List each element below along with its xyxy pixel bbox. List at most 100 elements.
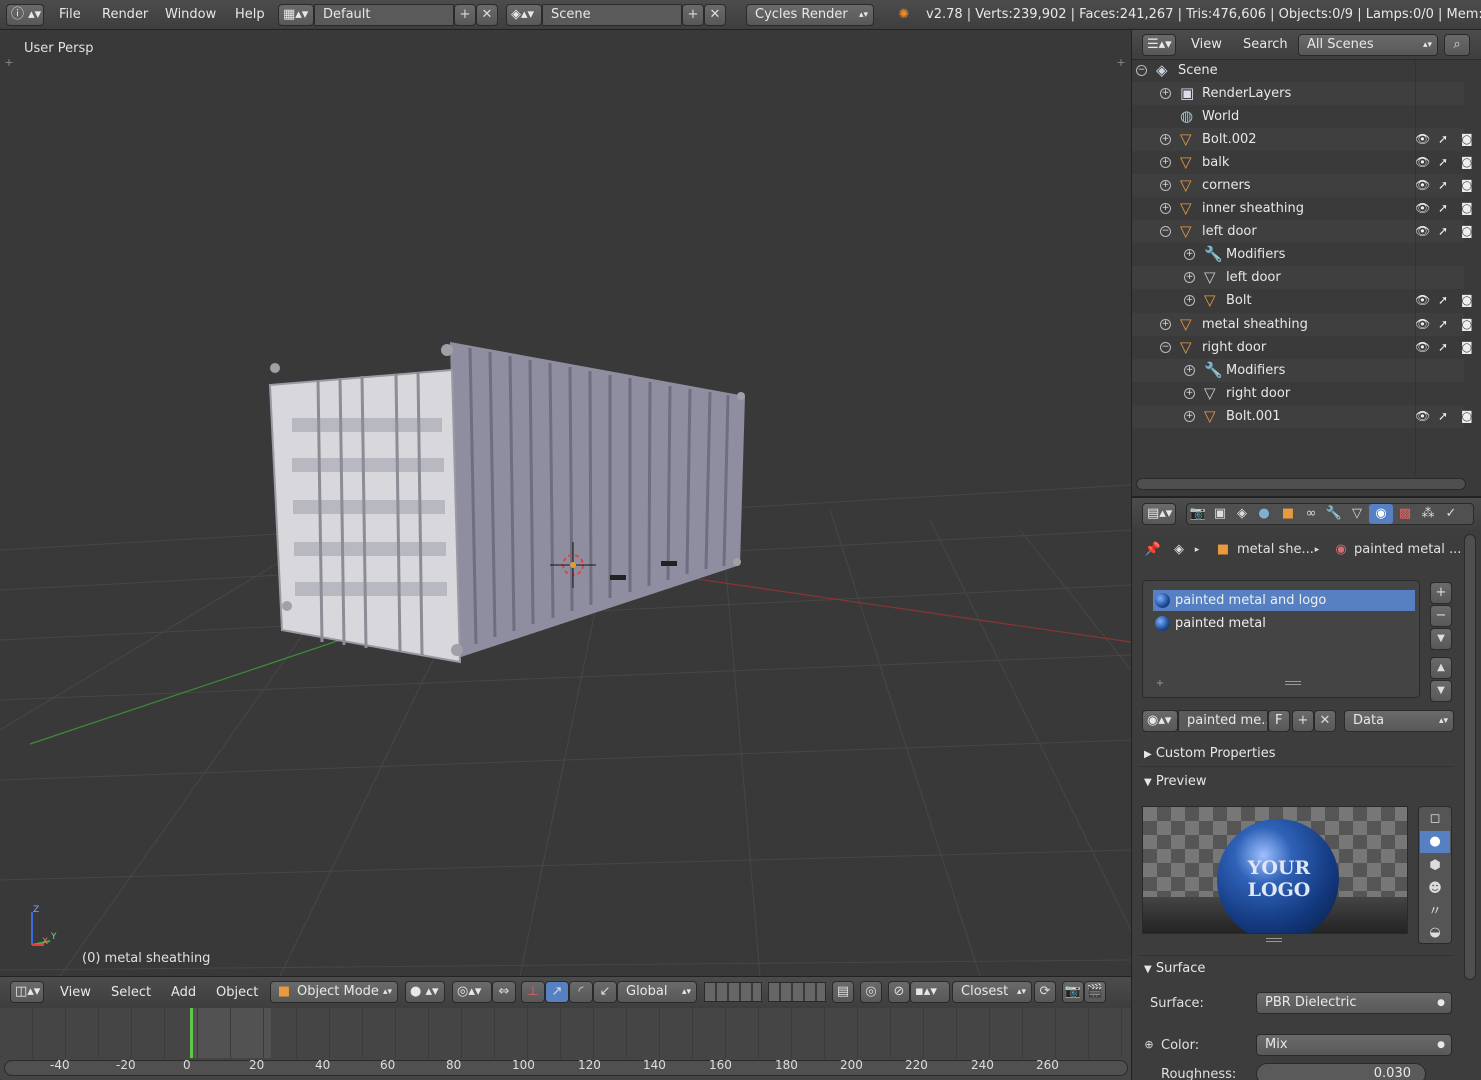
- timeline-current-frame-marker[interactable]: [190, 1008, 193, 1058]
- pivot-point-select[interactable]: ◎▴▾: [452, 981, 492, 1003]
- viewport-canvas[interactable]: [0, 30, 1131, 976]
- eye-icon[interactable]: 👁: [1415, 289, 1430, 312]
- data-tab-icon[interactable]: ▽: [1348, 505, 1366, 523]
- outliner-display-mode-select[interactable]: All Scenes ▴▾: [1298, 34, 1438, 56]
- viewport-editor-type-button[interactable]: ◫▴▾: [10, 981, 44, 1003]
- snap-target-select[interactable]: Closest ▴▾: [952, 981, 1032, 1003]
- eye-icon[interactable]: 👁: [1415, 174, 1430, 197]
- camera-icon[interactable]: ◙: [1461, 336, 1473, 359]
- collapse-icon[interactable]: −: [1136, 65, 1147, 76]
- material-slot-item[interactable]: painted metal and logo: [1153, 590, 1415, 611]
- hair-preview-icon[interactable]: 〃: [1426, 903, 1444, 921]
- material-slot-item[interactable]: painted metal: [1153, 613, 1415, 634]
- cursor-icon[interactable]: ➚: [1438, 220, 1448, 243]
- texture-tab-icon[interactable]: ▩: [1396, 505, 1414, 523]
- particles-tab-icon[interactable]: ⁂: [1419, 505, 1437, 523]
- expand-icon[interactable]: +: [1184, 272, 1195, 283]
- vp-menu-view[interactable]: View: [60, 977, 91, 1007]
- material-browse-button[interactable]: ◉▴▾: [1142, 710, 1178, 732]
- material-slot-list[interactable]: painted metal and logo painted metal +: [1142, 580, 1420, 698]
- arc-manipulator-button[interactable]: ◜: [569, 981, 593, 1003]
- eye-icon[interactable]: 👁: [1415, 128, 1430, 151]
- outliner-menu-view[interactable]: View: [1191, 30, 1222, 60]
- eye-icon[interactable]: 👁: [1415, 220, 1430, 243]
- scene-name-field[interactable]: Scene: [542, 4, 682, 26]
- opengl-render-button[interactable]: ⟳: [1034, 981, 1056, 1003]
- cursor-icon[interactable]: ➚: [1438, 405, 1448, 428]
- expand-input-icon[interactable]: ⊕: [1140, 1036, 1158, 1054]
- renderlayers-tab-icon[interactable]: ▣: [1211, 505, 1229, 523]
- layout-name-field[interactable]: Default: [314, 4, 454, 26]
- vp-menu-add[interactable]: Add: [171, 977, 196, 1007]
- camera-icon[interactable]: ◙: [1461, 174, 1473, 197]
- material-slot-move-up-button[interactable]: ▲: [1430, 657, 1452, 679]
- layout-add-button[interactable]: +: [454, 4, 476, 26]
- scene-delete-button[interactable]: ✕: [704, 4, 726, 26]
- list-resize-grip[interactable]: [1285, 681, 1301, 685]
- menu-help[interactable]: Help: [235, 0, 265, 30]
- expand-icon[interactable]: +: [1160, 157, 1171, 168]
- render-still-button[interactable]: 📷: [1062, 981, 1084, 1003]
- scale-manipulator-button[interactable]: ↙: [593, 981, 617, 1003]
- 3d-viewport[interactable]: User Persp (0) metal sheathing Z Y X + +: [0, 30, 1131, 976]
- cursor-icon[interactable]: ➚: [1438, 313, 1448, 336]
- outliner-menu-search[interactable]: Search: [1243, 30, 1288, 60]
- physics-tab-icon[interactable]: ✓: [1442, 505, 1460, 523]
- scene-add-button[interactable]: +: [682, 4, 704, 26]
- material-link-select[interactable]: Data ▴▾: [1344, 710, 1454, 732]
- properties-toggle-icon[interactable]: +: [1112, 54, 1130, 72]
- collapse-icon[interactable]: −: [1160, 342, 1171, 353]
- eye-icon[interactable]: 👁: [1415, 313, 1430, 336]
- outliner-horizontal-scrollbar[interactable]: [1136, 478, 1466, 490]
- properties-editor-type-button[interactable]: ▤▴▾: [1142, 503, 1176, 525]
- material-slot-move-down-button[interactable]: ▼: [1430, 680, 1452, 702]
- expand-icon[interactable]: +: [1160, 319, 1171, 330]
- layout-browse-button[interactable]: ▦▴▾: [278, 4, 314, 26]
- material-slot-specials-button[interactable]: ▼: [1430, 628, 1452, 650]
- layer-buttons-group-2[interactable]: [768, 982, 826, 1002]
- expand-icon[interactable]: +: [1184, 388, 1195, 399]
- expand-icon[interactable]: +: [1160, 203, 1171, 214]
- material-slot-add-button[interactable]: +: [1430, 582, 1452, 604]
- camera-icon[interactable]: ◙: [1461, 220, 1473, 243]
- outliner-search-button[interactable]: ⌕: [1444, 34, 1470, 56]
- sphere-preview-active[interactable]: ●: [1420, 831, 1450, 853]
- material-new-button[interactable]: +: [1292, 710, 1314, 732]
- editor-type-button[interactable]: ⓘ ▴▾: [6, 4, 44, 26]
- custom-properties-panel-header[interactable]: ▶ Custom Properties: [1138, 741, 1454, 767]
- rotate-manipulator-button[interactable]: ↗: [545, 981, 569, 1003]
- proportional-edit-button[interactable]: ◎: [860, 981, 882, 1003]
- layer-buttons-group-1[interactable]: [704, 982, 762, 1002]
- eye-icon[interactable]: 👁: [1415, 151, 1430, 174]
- cube-preview-icon[interactable]: ⬢: [1426, 857, 1444, 875]
- pin-icon[interactable]: 📌: [1144, 541, 1162, 559]
- world-tab-icon[interactable]: ●: [1255, 505, 1273, 523]
- cursor-icon[interactable]: ➚: [1438, 128, 1448, 151]
- lock-camera-button[interactable]: ▤: [832, 981, 854, 1003]
- constraints-tab-icon[interactable]: ∞: [1302, 505, 1320, 523]
- fake-user-button[interactable]: F: [1268, 710, 1290, 732]
- translate-manipulator-button[interactable]: ⊥: [521, 981, 545, 1003]
- cursor-icon[interactable]: ➚: [1438, 336, 1448, 359]
- flat-preview-icon[interactable]: ◻: [1426, 810, 1444, 828]
- menu-render[interactable]: Render: [102, 0, 148, 30]
- scene-tab-icon[interactable]: ◈: [1233, 505, 1251, 523]
- material-tab-active[interactable]: ◉: [1369, 504, 1393, 524]
- shipping-container-model[interactable]: [268, 342, 745, 664]
- manipulator-toggle[interactable]: ⇔: [492, 981, 516, 1003]
- expand-icon[interactable]: +: [1184, 365, 1195, 376]
- expand-icon[interactable]: +: [1184, 411, 1195, 422]
- expand-icon[interactable]: +: [1160, 88, 1171, 99]
- snap-toggle-button[interactable]: ⊘: [888, 981, 910, 1003]
- toolshelf-toggle-icon[interactable]: +: [0, 54, 18, 72]
- color-input-select[interactable]: Mix ●: [1256, 1034, 1452, 1056]
- timeline-scrollbar[interactable]: [4, 1060, 1128, 1076]
- collapse-icon[interactable]: −: [1160, 226, 1171, 237]
- surface-panel-header[interactable]: ▼ Surface: [1138, 955, 1454, 981]
- camera-icon[interactable]: ◙: [1461, 151, 1473, 174]
- vp-menu-object[interactable]: Object: [216, 977, 258, 1007]
- modifiers-tab-icon[interactable]: 🔧: [1325, 505, 1343, 523]
- expand-icon[interactable]: +: [1160, 134, 1171, 145]
- expand-icon[interactable]: +: [1184, 295, 1195, 306]
- eye-icon[interactable]: 👁: [1415, 197, 1430, 220]
